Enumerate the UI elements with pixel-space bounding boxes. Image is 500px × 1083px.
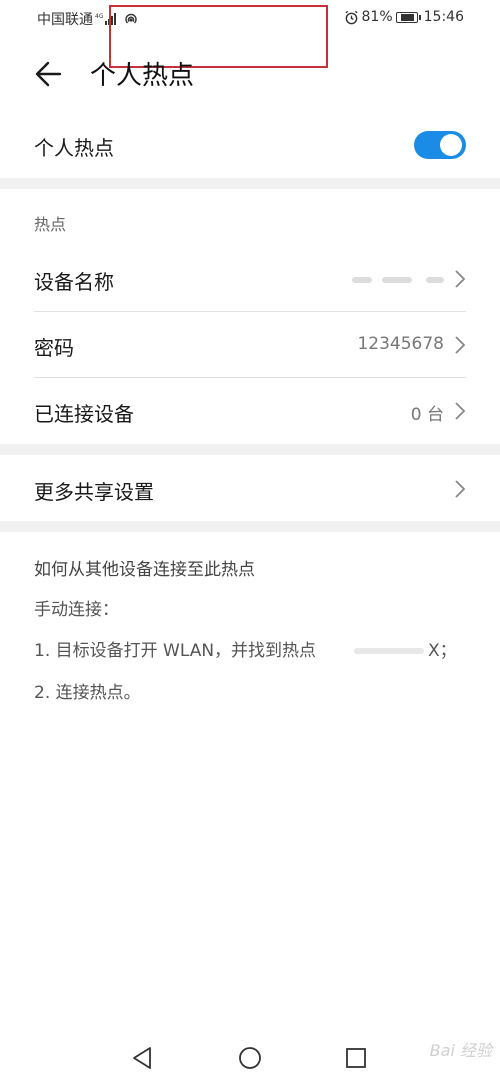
toggle-knob — [440, 134, 462, 156]
redacted-mark — [354, 648, 424, 654]
device-name-label: 设备名称 — [34, 270, 114, 294]
password-label: 密码 — [34, 336, 74, 360]
alarm-icon — [344, 10, 358, 24]
chevron-right-icon — [455, 402, 466, 420]
svg-text:4G: 4G — [95, 13, 104, 20]
chevron-right-icon — [455, 480, 466, 498]
chevron-right-icon — [455, 270, 466, 288]
arrow-left-icon[interactable] — [30, 58, 70, 90]
battery-icon — [395, 11, 421, 23]
battery-percent: 81% — [361, 9, 393, 25]
more-sharing-settings-row[interactable]: 更多共享设置 — [34, 456, 466, 522]
system-nav-bar — [0, 1035, 500, 1083]
help-step-1-tail: X； — [428, 641, 457, 661]
redacted-mark — [426, 277, 444, 283]
password-row[interactable]: 密码 12345678 — [34, 312, 466, 378]
square-recents-icon[interactable] — [341, 1043, 371, 1073]
section-title-hotspot: 热点 — [34, 215, 67, 234]
header: 个人热点 — [0, 50, 500, 100]
section-separator — [0, 178, 500, 189]
help-step-2: 2. 连接热点。 — [34, 683, 141, 703]
connected-devices-value: 0 台 — [410, 405, 444, 425]
redacted-mark — [352, 277, 372, 283]
triangle-back-icon[interactable] — [128, 1043, 158, 1073]
help-step-1-text: 1. 目标设备打开 WLAN，并找到热点 — [34, 641, 317, 661]
redacted-mark — [382, 277, 412, 283]
page-title: 个人热点 — [90, 61, 195, 91]
battery-fill — [400, 13, 415, 21]
hotspot-toggle-switch[interactable] — [414, 131, 466, 159]
help-step-1: 1. 目标设备打开 WLAN，并找到热点 — [34, 636, 316, 661]
carrier-label: 中国联通 — [37, 12, 93, 28]
section-separator — [0, 444, 500, 455]
watermark: Bai 经验 — [429, 1041, 492, 1060]
help-subtitle: 手动连接： — [34, 600, 119, 620]
clock: 15:46 — [423, 9, 464, 25]
circle-home-icon[interactable] — [235, 1043, 265, 1073]
status-right: 81% 15:46 — [344, 9, 464, 25]
more-sharing-settings-label: 更多共享设置 — [34, 480, 154, 504]
password-value: 12345678 — [357, 334, 444, 354]
connected-devices-row[interactable]: 已连接设备 0 台 — [34, 378, 466, 444]
device-name-row[interactable]: 设备名称 — [34, 246, 466, 312]
chevron-right-icon — [455, 336, 466, 354]
help-title: 如何从其他设备连接至此热点 — [34, 560, 255, 580]
connected-devices-label: 已连接设备 — [34, 402, 134, 426]
section-separator — [0, 521, 500, 532]
hotspot-toggle-label: 个人热点 — [34, 136, 114, 160]
